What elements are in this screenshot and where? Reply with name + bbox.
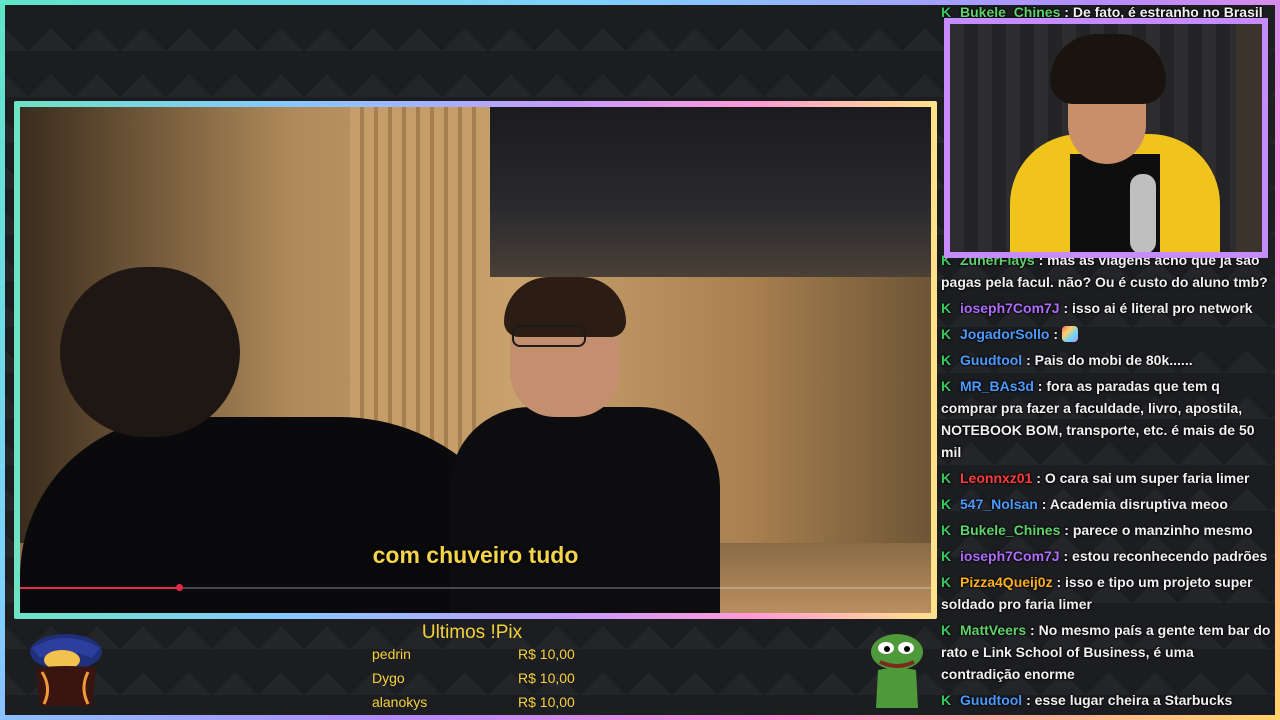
chat-message: K Leonnxz01 : O cara sai um super faria l…	[941, 467, 1271, 489]
chat-username[interactable]: Pizza4Queij0z	[960, 574, 1053, 590]
video-frame-image	[20, 107, 931, 613]
kick-badge-icon: K	[941, 522, 952, 538]
video-progress-fill	[20, 587, 180, 589]
kick-badge-icon: K	[941, 692, 952, 708]
video-progress-bar[interactable]	[20, 584, 931, 591]
kick-badge-icon: K	[941, 352, 952, 368]
chat-message-text: estou reconhecendo padrões	[1072, 548, 1268, 564]
chat-username[interactable]: MR_BAs3d	[960, 378, 1034, 394]
chat-username[interactable]: ioseph7Com7J	[960, 300, 1060, 316]
kick-badge-icon: K	[941, 470, 952, 486]
pepe-frog-icon	[866, 630, 928, 710]
chat-message: K MattVeers : No mesmo país a gente tem b…	[941, 619, 1271, 685]
chat-message-text: Pais do mobi de 80k......	[1034, 352, 1193, 368]
chat-message: K Guudtool : esse lugar cheira a Starbuck…	[941, 689, 1271, 711]
chat-message-text: Academia disruptiva meoo	[1049, 496, 1228, 512]
chat-message: K Bukele_Chines : parece o manzinho mesmo	[941, 519, 1271, 541]
chat-message: K MR_BAs3d : fora as paradas que tem q co…	[941, 375, 1271, 463]
chat-username[interactable]: 547_Nolsan	[960, 496, 1038, 512]
chat-message: K JogadorSollo :	[941, 323, 1271, 345]
kick-badge-icon: K	[941, 300, 952, 316]
pix-donor-name: pedrin	[372, 646, 411, 662]
kick-badge-icon: K	[941, 496, 952, 512]
kick-badge-icon: K	[941, 574, 952, 590]
chat-username[interactable]: MattVeers	[960, 622, 1026, 638]
chat-message: Kioseph7Com7J : isso ai é literal pro ne…	[941, 297, 1271, 319]
chat-username[interactable]: ioseph7Com7J	[960, 548, 1060, 564]
chat-message-text: isso ai é literal pro network	[1072, 300, 1253, 316]
kick-badge-icon: K	[941, 548, 952, 564]
rainbow-emote-icon	[1061, 326, 1078, 342]
chat-username[interactable]: JogadorSollo	[960, 326, 1049, 342]
webcam-feed	[944, 18, 1268, 258]
chat-message: Kioseph7Com7J : estou reconhecendo padrõ…	[941, 545, 1271, 567]
kick-badge-icon: K	[941, 378, 952, 394]
kick-badge-icon: K	[941, 326, 952, 342]
pix-donor-name: alanokys	[372, 694, 428, 710]
video-player[interactable]: com chuveiro tudo	[14, 101, 937, 619]
microphone-icon	[1130, 174, 1156, 252]
pix-amount: R$ 10,00	[518, 670, 575, 686]
chat-message-text: parece o manzinho mesmo	[1072, 522, 1253, 538]
pix-title: Ultimos !Pix	[421, 622, 523, 643]
video-subtitle: com chuveiro tudo	[372, 542, 579, 568]
pix-amount: R$ 10,00	[518, 694, 575, 710]
chat-username[interactable]: Guudtool	[960, 692, 1022, 708]
kick-badge-icon: K	[941, 622, 952, 638]
caped-mascot-icon	[22, 628, 110, 708]
chat-message: K Pizza4Queij0z : isso e tipo um projeto …	[941, 571, 1271, 615]
chat-username[interactable]: Leonnxz01	[960, 470, 1032, 486]
chat-message: K Guudtool : Pais do mobi de 80k......	[941, 349, 1271, 371]
pix-donor-name: Dygo	[372, 670, 405, 686]
chat-username[interactable]: Bukele_Chines	[960, 522, 1060, 538]
chat-message-text: esse lugar cheira a Starbucks	[1034, 692, 1233, 708]
chat-message-text: O cara sai um super faria limer	[1044, 470, 1250, 486]
pix-amount: R$ 10,00	[518, 646, 575, 662]
chat-username[interactable]: Guudtool	[960, 352, 1022, 368]
chat-message: K 547_Nolsan : Academia disruptiva meoo	[941, 493, 1271, 515]
